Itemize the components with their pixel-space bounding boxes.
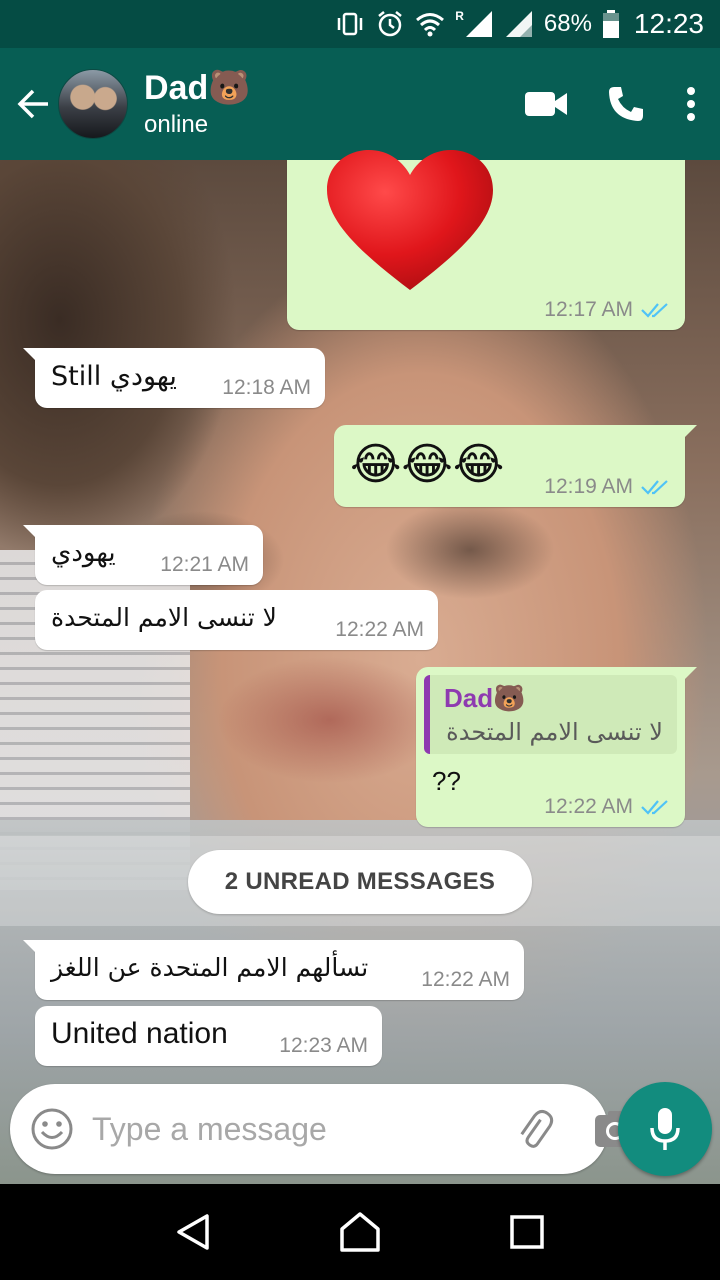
quoted-sender: Dad🐻: [444, 683, 526, 713]
message-bubble-incoming[interactable]: United nation 12:23 AM: [35, 1006, 382, 1066]
battery-percent: 68%: [543, 10, 592, 37]
message-meta: 12:22 AM: [335, 618, 424, 642]
message-text: يهودي: [51, 537, 116, 568]
message-bubble-incoming[interactable]: يهودي 12:21 AM: [23, 525, 263, 585]
recents-icon: [509, 1215, 544, 1249]
message-bubble-outgoing[interactable]: ❤️ 12:17 AM: [287, 150, 685, 330]
back-arrow-icon: [17, 89, 48, 119]
status-bar: R 68% 12:23: [0, 0, 720, 48]
quoted-text: لا تنسى الامم المتحدة: [446, 718, 663, 746]
message-time: 12:21 AM: [160, 553, 249, 576]
message-time: 12:19 AM: [544, 475, 633, 498]
message-meta: 12:18 AM: [222, 376, 311, 400]
message-composer: [10, 1084, 635, 1174]
video-call-icon: [525, 92, 567, 116]
nav-home-button[interactable]: [330, 1202, 390, 1262]
message-meta: 12:22 AM: [421, 968, 510, 992]
message-bubble-incoming[interactable]: Still يهودي 12:18 AM: [23, 348, 325, 408]
more-options-button[interactable]: [676, 74, 706, 134]
attach-icon: [520, 1109, 554, 1148]
emoji-button[interactable]: [30, 1105, 74, 1153]
unread-messages-badge: 2 UNREAD MESSAGES: [188, 850, 532, 914]
mic-icon: [650, 1108, 680, 1150]
message-meta: 12:17 AM: [544, 298, 671, 322]
voice-call-button[interactable]: [596, 74, 656, 134]
message-bubble-incoming[interactable]: تسألهم الامم المتحدة عن اللغز 12:22 AM: [23, 940, 524, 1000]
heart-icon: [327, 150, 493, 290]
read-ticks-icon: [641, 800, 668, 815]
chat-header: Dad🐻 online: [0, 48, 720, 160]
roaming-label: R: [455, 9, 464, 23]
message-time: 12:22 AM: [544, 795, 633, 818]
battery-icon: [602, 10, 619, 38]
home-icon: [340, 1212, 380, 1252]
message-time: 12:22 AM: [335, 618, 424, 641]
message-time: 12:17 AM: [544, 298, 633, 321]
alarm-icon: [378, 11, 402, 37]
signal-roaming: R: [455, 9, 494, 39]
message-text: لا تنسى الامم المتحدة: [51, 603, 277, 633]
message-text: تسألهم الامم المتحدة عن اللغز: [51, 953, 369, 983]
contact-name: Dad🐻: [144, 69, 251, 107]
system-nav-bar: [0, 1184, 720, 1280]
signal-icon: [505, 11, 532, 37]
message-meta: 12:21 AM: [160, 553, 249, 577]
message-meta: 12:22 AM: [544, 795, 671, 819]
contact-status: online: [144, 111, 209, 138]
attach-button[interactable]: [512, 1105, 556, 1153]
read-ticks-icon: [641, 303, 668, 318]
nav-recents-button[interactable]: [497, 1202, 557, 1262]
read-ticks-icon: [641, 480, 668, 495]
back-button[interactable]: [6, 76, 62, 132]
message-time: 12:23 AM: [279, 1034, 368, 1057]
message-time: 12:18 AM: [222, 376, 311, 399]
vibrate-icon: [337, 12, 363, 36]
contact-info[interactable]: Dad🐻 online: [144, 68, 516, 140]
message-text: ??: [432, 766, 461, 797]
status-clock: 12:23: [633, 8, 704, 39]
contact-avatar[interactable]: [58, 69, 128, 139]
signal-icon: [465, 11, 492, 37]
message-time: 12:22 AM: [421, 968, 510, 991]
emoji-icon: [31, 1108, 73, 1150]
video-call-button[interactable]: [516, 74, 576, 134]
message-text: Still يهودي: [51, 361, 177, 393]
message-bubble-outgoing[interactable]: Dad🐻 لا تنسى الامم المتحدة ?? 12:22 AM: [416, 667, 697, 827]
message-meta: 12:23 AM: [279, 1034, 368, 1058]
message-bubble-outgoing[interactable]: 😂😂😂 12:19 AM: [334, 425, 697, 507]
back-triangle-icon: [177, 1214, 210, 1250]
wifi-icon: [416, 13, 445, 37]
voice-record-button[interactable]: [618, 1082, 712, 1176]
message-text: United nation: [51, 1016, 228, 1050]
more-vert-icon: [687, 87, 695, 121]
quoted-message[interactable]: Dad🐻 لا تنسى الامم المتحدة: [424, 675, 677, 754]
message-input[interactable]: [92, 1110, 512, 1148]
nav-back-button[interactable]: [163, 1202, 223, 1262]
message-meta: 12:19 AM: [544, 475, 671, 499]
heart-sticker: ❤️: [327, 150, 493, 297]
message-emoji: 😂😂😂: [350, 440, 505, 489]
phone-icon: [609, 87, 643, 121]
message-bubble-incoming[interactable]: لا تنسى الامم المتحدة 12:22 AM: [35, 590, 438, 650]
